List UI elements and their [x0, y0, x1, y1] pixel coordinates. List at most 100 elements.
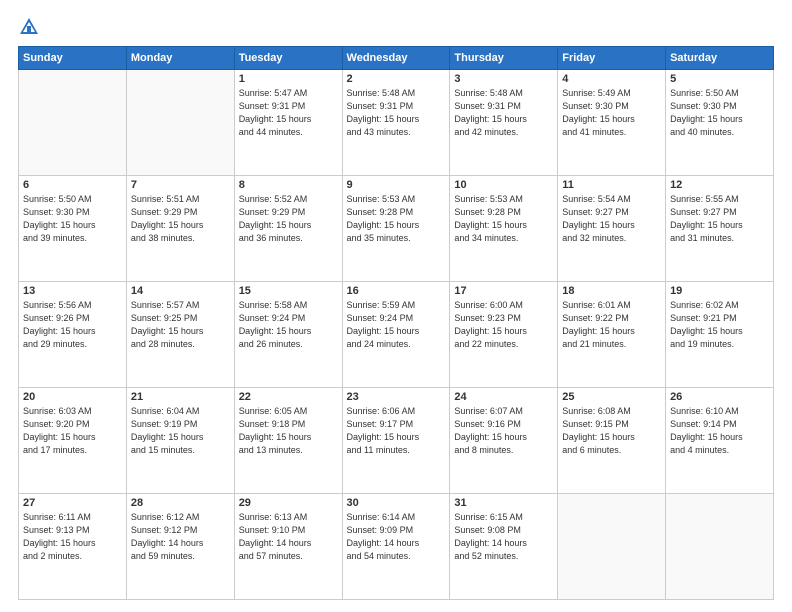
- calendar-cell: 3 Sunrise: 5:48 AM Sunset: 9:31 PM Daylig…: [450, 70, 558, 176]
- day-number: 2: [347, 73, 446, 85]
- calendar-cell: 5 Sunrise: 5:50 AM Sunset: 9:30 PM Daylig…: [666, 70, 774, 176]
- cell-info: Sunrise: 5:53 AM Sunset: 9:28 PM Dayligh…: [454, 193, 553, 245]
- cell-info: Sunrise: 5:58 AM Sunset: 9:24 PM Dayligh…: [239, 299, 338, 351]
- day-number: 11: [562, 179, 661, 191]
- logo: [18, 16, 42, 38]
- page: SundayMondayTuesdayWednesdayThursdayFrid…: [0, 0, 792, 612]
- day-number: 30: [347, 497, 446, 509]
- day-header: Sunday: [19, 47, 127, 70]
- calendar-cell: 19 Sunrise: 6:02 AM Sunset: 9:21 PM Dayli…: [666, 282, 774, 388]
- cell-info: Sunrise: 6:01 AM Sunset: 9:22 PM Dayligh…: [562, 299, 661, 351]
- day-number: 20: [23, 391, 122, 403]
- day-number: 16: [347, 285, 446, 297]
- calendar-cell: 7 Sunrise: 5:51 AM Sunset: 9:29 PM Daylig…: [126, 176, 234, 282]
- calendar-cell: 4 Sunrise: 5:49 AM Sunset: 9:30 PM Daylig…: [558, 70, 666, 176]
- day-number: 13: [23, 285, 122, 297]
- calendar-cell: 10 Sunrise: 5:53 AM Sunset: 9:28 PM Dayli…: [450, 176, 558, 282]
- cell-info: Sunrise: 5:56 AM Sunset: 9:26 PM Dayligh…: [23, 299, 122, 351]
- calendar-cell: 28 Sunrise: 6:12 AM Sunset: 9:12 PM Dayli…: [126, 494, 234, 600]
- day-header: Friday: [558, 47, 666, 70]
- calendar-cell: 6Sunrise: 5:50 AM Sunset: 9:30 PM Daylig…: [19, 176, 127, 282]
- day-number: 31: [454, 497, 553, 509]
- day-header: Monday: [126, 47, 234, 70]
- cell-info: Sunrise: 6:14 AM Sunset: 9:09 PM Dayligh…: [347, 511, 446, 563]
- day-number: 18: [562, 285, 661, 297]
- day-number: 26: [670, 391, 769, 403]
- calendar-cell: 17Sunrise: 6:00 AM Sunset: 9:23 PM Dayli…: [450, 282, 558, 388]
- day-number: 25: [562, 391, 661, 403]
- cell-info: Sunrise: 5:48 AM Sunset: 9:31 PM Dayligh…: [347, 87, 446, 139]
- cell-info: Sunrise: 6:00 AM Sunset: 9:23 PM Dayligh…: [454, 299, 553, 351]
- cell-info: Sunrise: 5:48 AM Sunset: 9:31 PM Dayligh…: [454, 87, 553, 139]
- day-number: 24: [454, 391, 553, 403]
- cell-info: Sunrise: 6:07 AM Sunset: 9:16 PM Dayligh…: [454, 405, 553, 457]
- calendar-cell: 24 Sunrise: 6:07 AM Sunset: 9:16 PM Dayli…: [450, 388, 558, 494]
- day-number: 10: [454, 179, 553, 191]
- calendar-cell: 1 Sunrise: 5:47 AM Sunset: 9:31 PM Daylig…: [234, 70, 342, 176]
- cell-info: Sunrise: 6:04 AM Sunset: 9:19 PM Dayligh…: [131, 405, 230, 457]
- cell-info: Sunrise: 5:52 AM Sunset: 9:29 PM Dayligh…: [239, 193, 338, 245]
- logo-icon: [18, 16, 40, 38]
- calendar-cell: 14 Sunrise: 5:57 AM Sunset: 9:25 PM Dayli…: [126, 282, 234, 388]
- calendar-cell: 27Sunrise: 6:11 AM Sunset: 9:13 PM Dayli…: [19, 494, 127, 600]
- day-number: 12: [670, 179, 769, 191]
- calendar-table: SundayMondayTuesdayWednesdayThursdayFrid…: [18, 46, 774, 600]
- day-number: 14: [131, 285, 230, 297]
- calendar-cell: 29 Sunrise: 6:13 AM Sunset: 9:10 PM Dayli…: [234, 494, 342, 600]
- cell-info: Sunrise: 6:15 AM Sunset: 9:08 PM Dayligh…: [454, 511, 553, 563]
- calendar-cell: 30 Sunrise: 6:14 AM Sunset: 9:09 PM Dayli…: [342, 494, 450, 600]
- cell-info: Sunrise: 6:02 AM Sunset: 9:21 PM Dayligh…: [670, 299, 769, 351]
- day-number: 7: [131, 179, 230, 191]
- day-number: 21: [131, 391, 230, 403]
- calendar-cell: 12 Sunrise: 5:55 AM Sunset: 9:27 PM Dayli…: [666, 176, 774, 282]
- day-number: 6: [23, 179, 122, 191]
- cell-info: Sunrise: 6:10 AM Sunset: 9:14 PM Dayligh…: [670, 405, 769, 457]
- cell-info: Sunrise: 5:59 AM Sunset: 9:24 PM Dayligh…: [347, 299, 446, 351]
- cell-info: Sunrise: 6:08 AM Sunset: 9:15 PM Dayligh…: [562, 405, 661, 457]
- cell-info: Sunrise: 5:50 AM Sunset: 9:30 PM Dayligh…: [670, 87, 769, 139]
- calendar-cell: [558, 494, 666, 600]
- cell-info: Sunrise: 6:03 AM Sunset: 9:20 PM Dayligh…: [23, 405, 122, 457]
- calendar-cell: [126, 70, 234, 176]
- cell-info: Sunrise: 5:49 AM Sunset: 9:30 PM Dayligh…: [562, 87, 661, 139]
- day-number: 29: [239, 497, 338, 509]
- day-number: 19: [670, 285, 769, 297]
- calendar-cell: 13 Sunrise: 5:56 AM Sunset: 9:26 PM Dayli…: [19, 282, 127, 388]
- calendar-cell: [666, 494, 774, 600]
- cell-info: Sunrise: 5:53 AM Sunset: 9:28 PM Dayligh…: [347, 193, 446, 245]
- day-number: 3: [454, 73, 553, 85]
- cell-info: Sunrise: 6:12 AM Sunset: 9:12 PM Dayligh…: [131, 511, 230, 563]
- day-header: Thursday: [450, 47, 558, 70]
- cell-info: Sunrise: 5:55 AM Sunset: 9:27 PM Dayligh…: [670, 193, 769, 245]
- calendar-cell: 9Sunrise: 5:53 AM Sunset: 9:28 PM Daylig…: [342, 176, 450, 282]
- day-number: 23: [347, 391, 446, 403]
- calendar-cell: 21 Sunrise: 6:04 AM Sunset: 9:19 PM Dayli…: [126, 388, 234, 494]
- calendar-cell: 16 Sunrise: 5:59 AM Sunset: 9:24 PM Dayli…: [342, 282, 450, 388]
- day-number: 27: [23, 497, 122, 509]
- cell-info: Sunrise: 5:47 AM Sunset: 9:31 PM Dayligh…: [239, 87, 338, 139]
- calendar-cell: 15 Sunrise: 5:58 AM Sunset: 9:24 PM Dayli…: [234, 282, 342, 388]
- cell-info: Sunrise: 6:06 AM Sunset: 9:17 PM Dayligh…: [347, 405, 446, 457]
- calendar-cell: [19, 70, 127, 176]
- day-header: Tuesday: [234, 47, 342, 70]
- calendar-cell: 8 Sunrise: 5:52 AM Sunset: 9:29 PM Daylig…: [234, 176, 342, 282]
- cell-info: Sunrise: 5:51 AM Sunset: 9:29 PM Dayligh…: [131, 193, 230, 245]
- day-number: 8: [239, 179, 338, 191]
- calendar-cell: 22 Sunrise: 6:05 AM Sunset: 9:18 PM Dayli…: [234, 388, 342, 494]
- cell-info: Sunrise: 5:54 AM Sunset: 9:27 PM Dayligh…: [562, 193, 661, 245]
- cell-info: Sunrise: 5:57 AM Sunset: 9:25 PM Dayligh…: [131, 299, 230, 351]
- calendar-cell: 2 Sunrise: 5:48 AM Sunset: 9:31 PM Daylig…: [342, 70, 450, 176]
- calendar-cell: 31 Sunrise: 6:15 AM Sunset: 9:08 PM Dayli…: [450, 494, 558, 600]
- day-number: 22: [239, 391, 338, 403]
- cell-info: Sunrise: 6:05 AM Sunset: 9:18 PM Dayligh…: [239, 405, 338, 457]
- day-number: 4: [562, 73, 661, 85]
- calendar-cell: 23 Sunrise: 6:06 AM Sunset: 9:17 PM Dayli…: [342, 388, 450, 494]
- day-number: 5: [670, 73, 769, 85]
- cell-info: Sunrise: 6:13 AM Sunset: 9:10 PM Dayligh…: [239, 511, 338, 563]
- day-header: Wednesday: [342, 47, 450, 70]
- calendar-cell: 20 Sunrise: 6:03 AM Sunset: 9:20 PM Dayli…: [19, 388, 127, 494]
- day-number: 28: [131, 497, 230, 509]
- day-header: Saturday: [666, 47, 774, 70]
- day-number: 1: [239, 73, 338, 85]
- day-number: 15: [239, 285, 338, 297]
